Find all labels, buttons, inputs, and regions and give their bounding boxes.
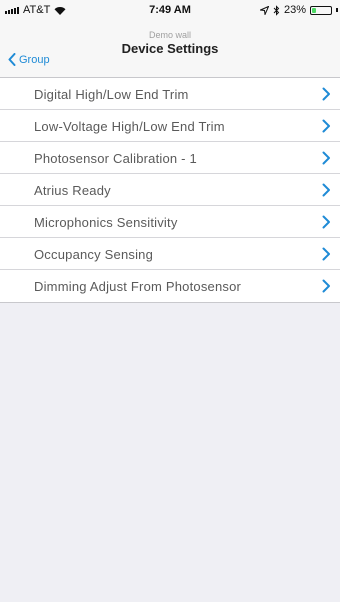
battery-percent: 23% [283,4,306,16]
settings-item-label: Dimming Adjust From Photosensor [34,279,242,294]
settings-item-label: Low-Voltage High/Low End Trim [34,119,225,134]
chevron-right-icon [322,215,330,229]
status-bar: AT&T 7:49 AM 23% [0,0,340,20]
settings-item-atrius-ready[interactable]: Atrius Ready [0,174,340,206]
chevron-right-icon [322,87,330,101]
settings-item-dimming-adjust[interactable]: Dimming Adjust From Photosensor [0,270,340,302]
settings-list: Digital High/Low End Trim Low-Voltage Hi… [0,78,340,303]
settings-item-occupancy-sensing[interactable]: Occupancy Sensing [0,238,340,270]
status-right: 23% [259,4,338,16]
settings-item-label: Photosensor Calibration - 1 [34,151,197,166]
battery-tip [336,8,338,12]
chevron-right-icon [322,183,330,197]
battery-icon [310,5,332,15]
location-icon [259,5,269,15]
bluetooth-icon [273,4,280,16]
settings-item-label: Microphonics Sensitivity [34,215,178,230]
chevron-right-icon [322,151,330,165]
settings-item-microphonics-sensitivity[interactable]: Microphonics Sensitivity [0,206,340,238]
page-title: Device Settings [121,41,219,56]
settings-item-low-voltage-trim[interactable]: Low-Voltage High/Low End Trim [0,110,340,142]
chevron-right-icon [322,247,330,261]
settings-item-label: Occupancy Sensing [34,247,154,262]
settings-item-digital-trim[interactable]: Digital High/Low End Trim [0,78,340,110]
nav-subtitle: Demo wall [148,30,191,40]
chevron-right-icon [322,119,330,133]
navigation-bar: Group Demo wall Device Settings [0,20,340,78]
battery-level [312,7,316,13]
settings-item-photosensor-calibration[interactable]: Photosensor Calibration - 1 [0,142,340,174]
settings-item-label: Atrius Ready [34,183,111,198]
chevron-right-icon [322,279,330,293]
settings-item-label: Digital High/Low End Trim [34,87,189,102]
